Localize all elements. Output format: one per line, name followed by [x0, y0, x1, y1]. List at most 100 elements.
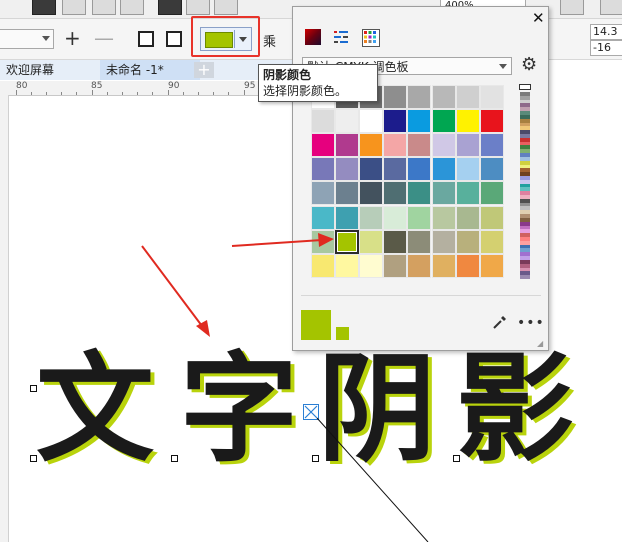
color-swatch[interactable] [479, 133, 504, 158]
color-swatch[interactable] [335, 253, 360, 278]
strip-selector[interactable] [519, 84, 531, 90]
toolbar-icon-2[interactable] [62, 0, 86, 15]
color-swatch[interactable] [407, 85, 432, 109]
toolbar-icon-6[interactable] [186, 0, 210, 15]
strip-color[interactable] [520, 275, 530, 280]
color-swatch[interactable] [431, 181, 456, 206]
toolbar-icon-3[interactable] [92, 0, 116, 15]
color-swatch[interactable] [479, 205, 504, 230]
color-swatch[interactable] [479, 253, 504, 278]
color-swatch[interactable] [407, 205, 432, 230]
color-swatch[interactable] [359, 181, 384, 206]
preset-combo[interactable] [0, 29, 54, 49]
color-swatch[interactable] [359, 157, 384, 182]
color-swatch[interactable] [359, 229, 384, 254]
color-swatch[interactable] [479, 229, 504, 254]
color-swatch[interactable] [455, 133, 480, 158]
gear-icon[interactable]: ⚙ [521, 56, 537, 74]
selection-handle[interactable] [453, 455, 460, 462]
color-swatch[interactable] [455, 181, 480, 206]
toolbar-icon-7[interactable] [214, 0, 238, 15]
color-swatch[interactable] [431, 229, 456, 254]
color-swatch[interactable] [455, 205, 480, 230]
color-swatch[interactable] [455, 109, 480, 134]
color-swatch[interactable] [383, 205, 408, 230]
color-swatch[interactable] [431, 85, 456, 109]
merge-mode-label[interactable]: 乘 [263, 31, 276, 50]
remove-preset-icon[interactable]: — [94, 28, 114, 48]
palette-strip[interactable] [519, 84, 531, 280]
color-swatch[interactable] [431, 253, 456, 278]
color-swatch[interactable] [455, 253, 480, 278]
color-swatch[interactable] [383, 229, 408, 254]
add-preset-icon[interactable]: + [64, 28, 81, 48]
color-swatch[interactable] [311, 109, 335, 134]
selection-handle[interactable] [30, 455, 37, 462]
color-swatch[interactable] [455, 85, 480, 109]
color-swatch[interactable] [479, 109, 504, 134]
color-swatch[interactable] [335, 157, 360, 182]
color-swatch[interactable] [383, 181, 408, 206]
color-swatch[interactable] [383, 253, 408, 278]
color-swatch[interactable] [311, 133, 335, 158]
resize-grip-icon[interactable]: ◢ [537, 339, 543, 348]
color-swatch[interactable] [407, 133, 432, 158]
color-swatch[interactable] [335, 181, 360, 206]
selection-handle[interactable] [312, 455, 319, 462]
color-mixer-icon[interactable] [305, 29, 321, 45]
close-icon[interactable]: ✕ [532, 9, 545, 27]
color-swatch[interactable] [383, 133, 408, 158]
color-swatch[interactable] [431, 205, 456, 230]
shadow-origin-handle[interactable] [303, 404, 319, 420]
color-swatch[interactable] [311, 157, 335, 182]
color-swatch[interactable] [431, 133, 456, 158]
grid-icon[interactable] [600, 0, 622, 15]
color-swatch[interactable] [359, 205, 384, 230]
color-swatch[interactable] [431, 109, 456, 134]
toolbar-icon-1[interactable] [32, 0, 56, 15]
shadow-properties-icon[interactable] [166, 31, 182, 47]
more-options-icon[interactable]: ••• [517, 315, 545, 331]
color-swatch[interactable] [335, 133, 360, 158]
canvas-character[interactable]: 字 [180, 344, 298, 474]
shadow-color-button[interactable] [200, 27, 252, 51]
color-swatch[interactable] [431, 157, 456, 182]
color-sliders-icon[interactable] [333, 29, 349, 45]
selection-handle[interactable] [171, 455, 178, 462]
color-swatch[interactable] [407, 229, 432, 254]
color-swatch[interactable] [407, 109, 432, 134]
add-tab-button[interactable]: + [194, 62, 214, 78]
palette-strip-colors[interactable] [520, 92, 530, 280]
shadow-offset-field-2[interactable]: -16 [590, 40, 622, 56]
toolbar-icon-5[interactable] [158, 0, 182, 15]
color-swatch[interactable] [479, 181, 504, 206]
color-swatch[interactable] [359, 109, 384, 134]
color-swatch[interactable] [407, 253, 432, 278]
toolbar-icon-8[interactable] [560, 0, 584, 15]
copy-shadow-icon[interactable] [138, 31, 154, 47]
tab-welcome[interactable]: 欢迎屏幕 [0, 60, 102, 80]
color-swatch[interactable] [383, 157, 408, 182]
color-swatch[interactable] [335, 229, 360, 254]
color-swatch[interactable] [383, 109, 408, 134]
toolbar-icon-4[interactable] [120, 0, 144, 15]
color-swatch[interactable] [383, 85, 408, 109]
color-swatch[interactable] [455, 157, 480, 182]
color-swatch[interactable] [359, 133, 384, 158]
color-swatch[interactable] [407, 157, 432, 182]
color-swatch[interactable] [407, 181, 432, 206]
color-swatch[interactable] [335, 205, 360, 230]
canvas-character[interactable]: 文 [36, 344, 154, 474]
color-swatch[interactable] [311, 253, 335, 278]
color-swatch[interactable] [479, 157, 504, 182]
selection-handle[interactable] [30, 385, 37, 392]
color-swatch[interactable] [311, 181, 335, 206]
canvas-character[interactable]: 阴 [318, 344, 436, 474]
color-swatch[interactable] [479, 85, 504, 109]
color-swatch[interactable] [335, 109, 360, 134]
color-palette-icon[interactable] [362, 29, 380, 47]
color-swatch[interactable] [311, 229, 335, 254]
tab-untitled[interactable]: 未命名 -1* [100, 60, 200, 80]
color-swatch[interactable] [455, 229, 480, 254]
color-swatch[interactable] [359, 253, 384, 278]
